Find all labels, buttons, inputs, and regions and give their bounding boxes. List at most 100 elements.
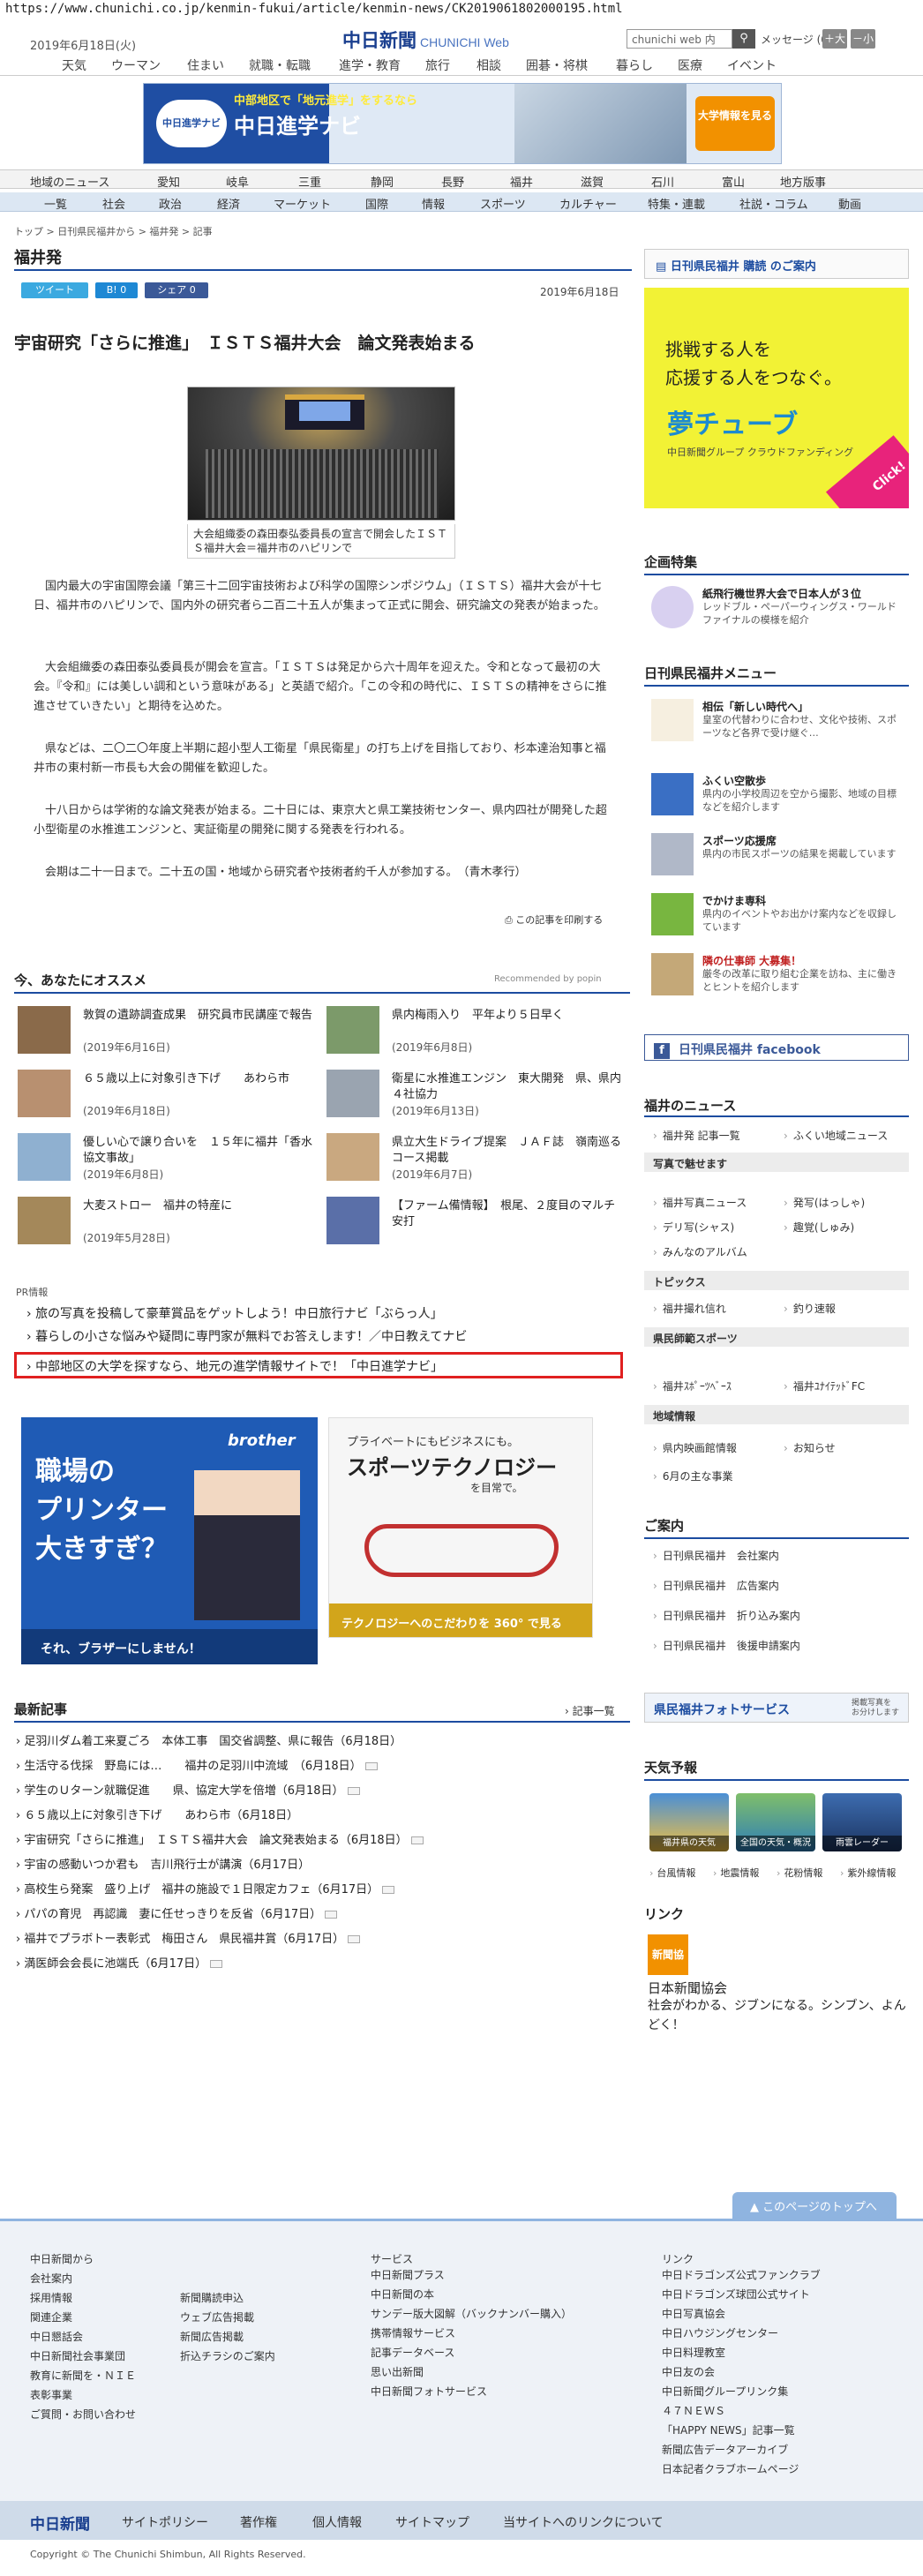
category-item[interactable]: 社会 xyxy=(102,195,125,212)
topnav-item[interactable]: 囲碁・将棋 xyxy=(526,56,588,74)
banner-cta[interactable]: 大学情報を見る xyxy=(695,96,775,151)
footer-bar-link[interactable]: 著作権 xyxy=(240,2513,277,2531)
rec-item[interactable]: 大麦ストロー 福井の特産に (2019年5月28日) xyxy=(18,1197,318,1253)
category-item[interactable]: カルチャー xyxy=(559,195,617,212)
search-input[interactable]: chunichi web 内 xyxy=(627,29,732,49)
footer-link[interactable]: ご質問・お問い合わせ xyxy=(30,2407,136,2422)
footer-link[interactable]: 「HAPPY NEWS」記事一覧 xyxy=(662,2422,795,2437)
topnav-item[interactable]: イベント xyxy=(727,56,777,74)
news-link[interactable]: ふくい地域ニュース xyxy=(784,1128,888,1143)
footer-bar-link[interactable]: サイトポリシー xyxy=(122,2513,208,2531)
weather-radar[interactable]: 雨雲レーダー xyxy=(822,1793,902,1851)
footer-link[interactable]: 表彰事業 xyxy=(30,2387,72,2402)
region-link[interactable]: 6月の主な事業 xyxy=(653,1468,733,1483)
footer-link[interactable]: 関連企業 xyxy=(30,2309,72,2324)
fb-share-button[interactable]: シェア 0 xyxy=(145,282,208,298)
guide-link[interactable]: 日刊県民福井 後援申請案内 xyxy=(653,1638,800,1653)
footer-link[interactable]: 中日料理教室 xyxy=(662,2345,725,2360)
footer-link[interactable]: 中日新聞フォトサービス xyxy=(371,2384,487,2399)
footer-link[interactable]: ウェブ広告掲載 xyxy=(180,2309,254,2324)
category-item[interactable]: 動画 xyxy=(838,195,861,212)
footer-bar-link[interactable]: 当サイトへのリンクについて xyxy=(503,2513,664,2531)
guide-link[interactable]: 日刊県民福井 広告案内 xyxy=(653,1578,779,1593)
topnav-item[interactable]: 天気 xyxy=(62,56,86,74)
footer-link[interactable]: 中日新聞の本 xyxy=(371,2287,434,2302)
footer-link[interactable]: 新聞広告データアーカイブ xyxy=(662,2442,788,2457)
weather-japan[interactable]: 全国の天気・概況 xyxy=(736,1793,815,1851)
region-item[interactable]: 岐阜 xyxy=(226,173,249,190)
shingaku-navi-banner[interactable]: 中日進学ナビ 中部地区で「地元進学」をするなら 中日進学ナビ 大学情報を見る xyxy=(143,83,782,164)
topnav-item[interactable]: 進学・教育 xyxy=(339,56,401,74)
topnav-item[interactable]: 暮らし xyxy=(616,56,653,74)
photo-link[interactable]: 趣覚(しゅみ) xyxy=(784,1220,854,1235)
topnav-item[interactable]: 就職・転職 xyxy=(249,56,311,74)
footer-link[interactable]: 中日ハウジングセンター xyxy=(662,2325,778,2340)
jna-logo[interactable]: 新聞協会 xyxy=(648,1934,688,2001)
article-photo[interactable] xyxy=(187,387,455,521)
footer-link[interactable]: 中日写真協会 xyxy=(662,2306,725,2321)
brother-ad[interactable]: brother 職場の プリンター 大きすぎ？ それ、ブラザーにしません！ xyxy=(21,1417,318,1664)
footer-bar-link[interactable]: サイトマップ xyxy=(395,2513,469,2531)
page-top-button[interactable]: ▲ このページのトップへ xyxy=(732,2192,897,2219)
latest-item[interactable]: › 宇宙研究「さらに推進」 ＩＳＴＳ福井大会 論文発表始まる（6月18日） xyxy=(16,1830,424,1847)
print-link[interactable]: ⎙ この記事を印刷する xyxy=(505,912,603,927)
rec-item[interactable]: 県内梅雨入り 平年より５日早く (2019年6月8日) xyxy=(326,1006,627,1063)
footer-link[interactable]: 採用情報 xyxy=(30,2290,72,2305)
footer-link[interactable]: 中日新聞社会事業団 xyxy=(30,2348,125,2363)
footer-logo[interactable]: 中日新聞 xyxy=(30,2512,90,2534)
region-item[interactable]: 愛知 xyxy=(157,173,180,190)
region-item[interactable]: 富山 xyxy=(722,173,745,190)
footer-link[interactable]: 新聞広告掲載 xyxy=(180,2329,244,2344)
footer-link[interactable]: 日本記者クラブホームページ xyxy=(662,2461,799,2476)
region-link[interactable]: 県内映画館情報 xyxy=(653,1440,737,1455)
topnav-item[interactable]: ウーマン xyxy=(111,56,161,74)
topnav-item[interactable]: 住まい xyxy=(187,56,224,74)
category-item[interactable]: 社説・コラム xyxy=(739,195,808,212)
hatena-button[interactable]: B! 0 xyxy=(95,282,138,298)
region-item[interactable]: 三重 xyxy=(298,173,321,190)
rec-item[interactable]: 優しい心で譲り合いを １５年に福井「香水協文事故」 (2019年6月8日) xyxy=(18,1133,318,1190)
tweet-button[interactable]: ツイート xyxy=(21,282,88,298)
latest-item[interactable]: › パパの育児 再認識 妻に任せっきりを反省（6月17日） xyxy=(16,1904,338,1921)
rec-item[interactable]: 【ファーム備情報】 根尾、２度目のマルチ安打 xyxy=(326,1197,627,1253)
latest-item[interactable]: › 満医師会会長に池端氏（6月17日） xyxy=(16,1954,223,1971)
footer-link[interactable]: 携帯情報サービス xyxy=(371,2325,455,2340)
font-small-button[interactable]: －小 xyxy=(851,29,875,49)
news-link[interactable]: 福井発 記事一覧 xyxy=(653,1128,740,1143)
sports-link[interactable]: 福井ﾕﾅｲﾃｯﾄﾞFC xyxy=(784,1378,865,1393)
topnav-item[interactable]: 旅行 xyxy=(425,56,450,74)
font-large-button[interactable]: ＋大 xyxy=(822,29,847,49)
category-item[interactable]: スポーツ xyxy=(480,195,526,212)
photo-link[interactable]: 福井写真ニュース xyxy=(653,1195,747,1210)
browser-url[interactable]: https://www.chunichi.co.jp/kenmin-fukui/… xyxy=(0,0,923,19)
category-item[interactable]: 情報 xyxy=(422,195,445,212)
topics-link[interactable]: 福井撮れ信れ xyxy=(653,1301,726,1316)
region-item[interactable]: 石川 xyxy=(651,173,674,190)
category-item[interactable]: 一覧 xyxy=(44,195,67,212)
latest-item[interactable]: › 足羽川ダム着工来夏ごろ 本体工事 国交省調整、県に報告（6月18日） xyxy=(16,1731,401,1748)
message-link[interactable]: メッセージ (0) xyxy=(761,32,832,47)
site-logo[interactable]: 中日新聞 CHUNICHI Web xyxy=(342,26,509,53)
weather-link[interactable]: 花粉情報 xyxy=(777,1866,822,1880)
footer-link[interactable]: 新聞購読申込 xyxy=(180,2290,244,2305)
footer-link[interactable]: 会社案内 xyxy=(30,2271,72,2286)
rec-item[interactable]: 敦賀の遺跡調査成果 研究員市民講座で報告 (2019年6月16日) xyxy=(18,1006,318,1063)
footer-link[interactable]: 中日ドラゴンズ公式ファンクラブ xyxy=(662,2267,821,2282)
latest-item[interactable]: › 高校生ら発案 盛り上げ 福井の施設で１日限定カフェ（6月17日） xyxy=(16,1880,395,1896)
latest-item[interactable]: › 学生のＵターン就職促進 県、協定大学を倍増（6月18日） xyxy=(16,1781,360,1798)
rec-item[interactable]: 県立大生ドライブ提案 ＪＡＦ誌 嶺南巡るコース掲載 (2019年6月7日) xyxy=(326,1133,627,1190)
category-item[interactable]: 特集・連載 xyxy=(648,195,705,212)
region-link[interactable]: お知らせ xyxy=(784,1440,836,1455)
photo-service-banner[interactable]: 県民福井フォトサービス 掲載写真を お分けします xyxy=(644,1693,909,1723)
footer-link[interactable]: 中日懇話会 xyxy=(30,2329,83,2344)
footer-link[interactable]: 思い出新聞 xyxy=(371,2364,424,2379)
photo-link[interactable]: 発写(はっしゃ) xyxy=(784,1195,865,1210)
pr-link[interactable]: › 中部地区の大学を探すなら、地元の進学情報サイトで！「中日進学ナビ」 xyxy=(26,1357,443,1375)
jna-name[interactable]: 日本新聞協会 xyxy=(648,1979,727,1997)
guide-link[interactable]: 日刊県民福井 会社案内 xyxy=(653,1548,779,1563)
region-item[interactable]: 地方版事 xyxy=(780,173,826,190)
category-item[interactable]: マーケット xyxy=(274,195,331,212)
glasses-ad[interactable]: プライベートにもビジネスにも。 スポーツテクノロジー を目常で。 テクノロジーへ… xyxy=(328,1417,593,1638)
subscribe-box[interactable]: ▤ 日刊県民福井 購読 のご案内 xyxy=(644,249,909,279)
region-item[interactable]: 静岡 xyxy=(371,173,394,190)
